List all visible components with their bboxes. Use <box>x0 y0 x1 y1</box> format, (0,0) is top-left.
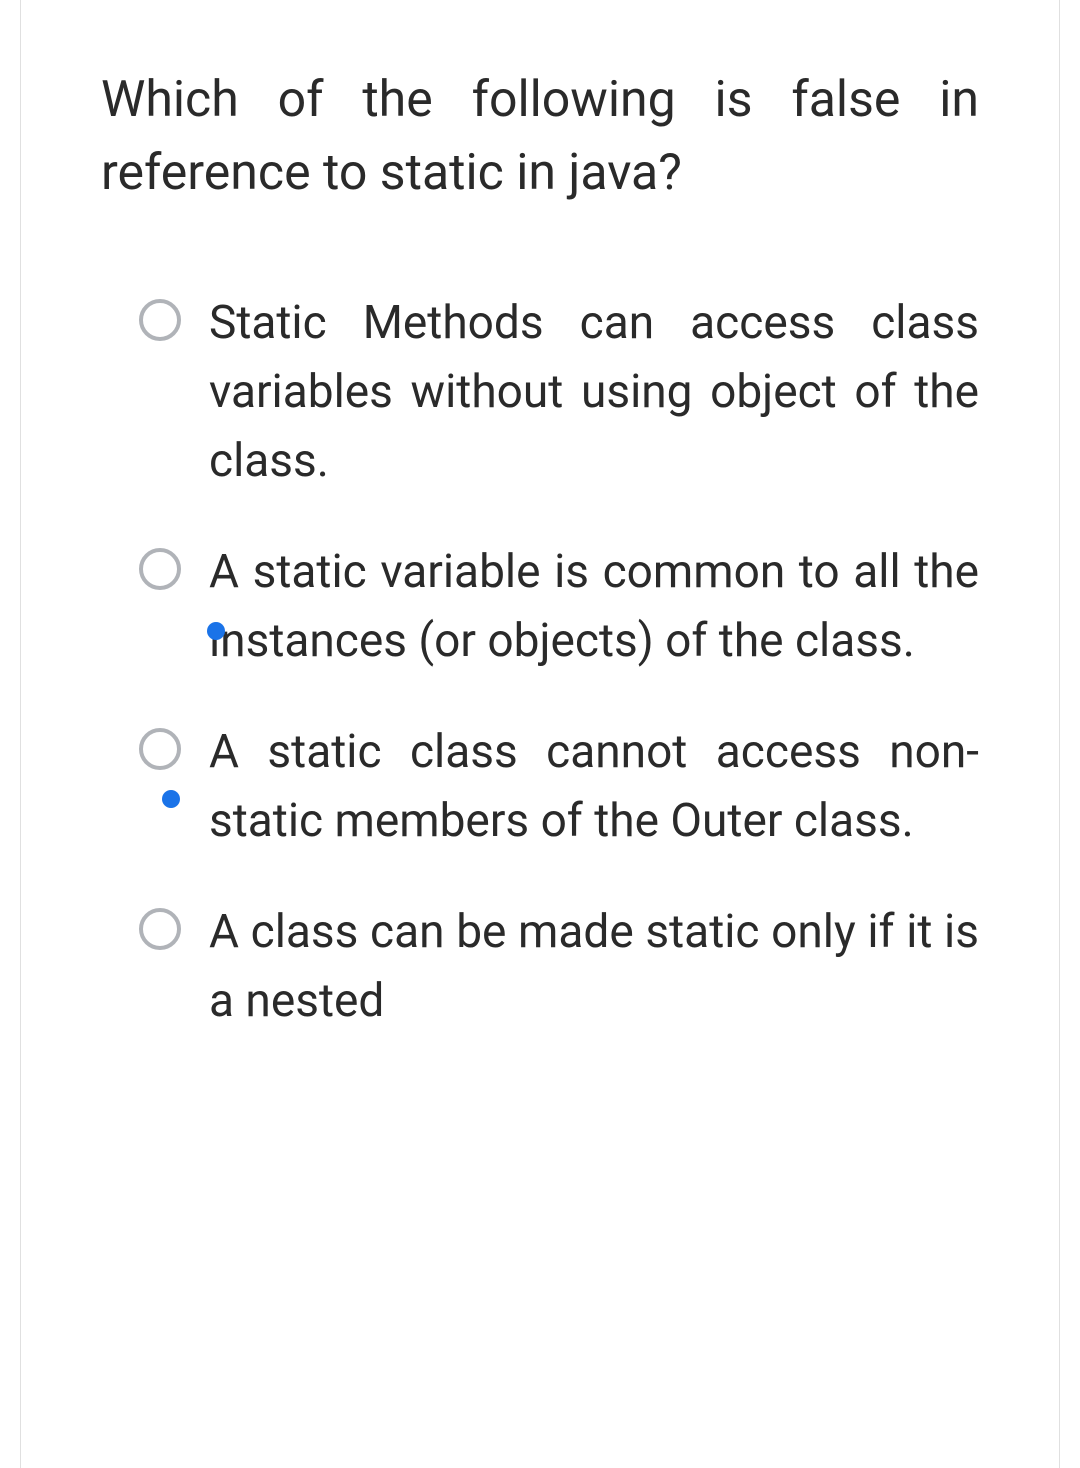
cursor-dot-icon <box>162 790 180 808</box>
option-3[interactable]: A class can be made static only if it is… <box>101 898 979 1036</box>
question-text: Which of the following is false in refer… <box>101 64 979 209</box>
option-1[interactable]: A static variable is common to all the i… <box>101 538 979 676</box>
question-card: Which of the following is false in refer… <box>20 0 1060 1468</box>
cursor-dot-icon <box>207 622 225 640</box>
options-group: Static Methods can access class variable… <box>101 289 979 1036</box>
option-label: Static Methods can access class variable… <box>209 289 979 496</box>
option-0[interactable]: Static Methods can access class variable… <box>101 289 979 496</box>
radio-icon[interactable] <box>139 908 181 950</box>
option-label: A static class cannot access non-static … <box>209 718 979 856</box>
radio-icon[interactable] <box>139 299 181 341</box>
option-label: A static variable is common to all the i… <box>209 538 979 676</box>
radio-icon[interactable] <box>139 548 181 590</box>
option-2[interactable]: A static class cannot access non-static … <box>101 718 979 856</box>
option-label: A class can be made static only if it is… <box>209 898 979 1036</box>
radio-icon[interactable] <box>139 728 181 770</box>
